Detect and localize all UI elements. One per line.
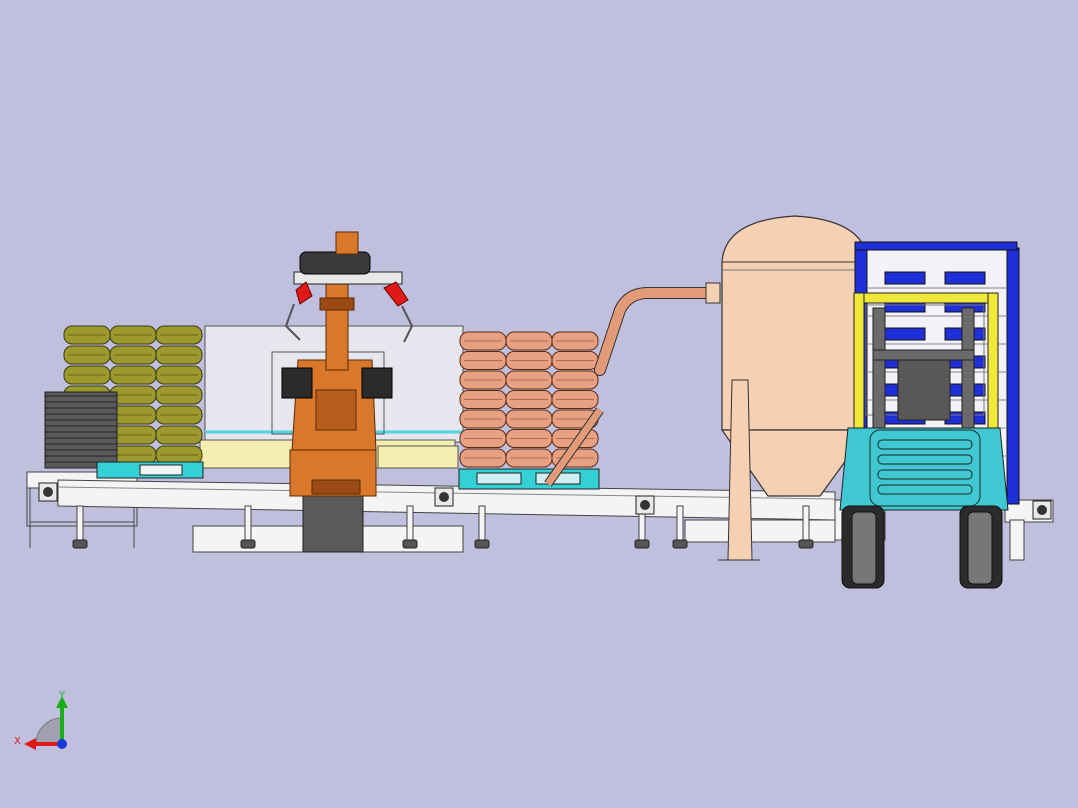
triad-x-label: X — [14, 736, 21, 747]
pallet-right — [458, 468, 600, 490]
triad-y-label: Y — [58, 690, 66, 701]
palletizing-line-model[interactable]: Y X — [0, 0, 1078, 808]
pallet-left — [96, 461, 204, 479]
cad-viewport[interactable]: Y X — [0, 0, 1078, 808]
empty-pallet-stack — [44, 391, 118, 469]
coordinate-triad: Y X — [14, 690, 68, 750]
